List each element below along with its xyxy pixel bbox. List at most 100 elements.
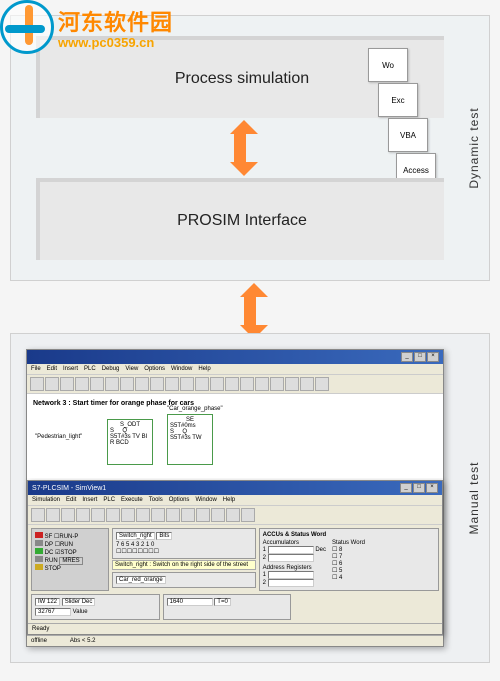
toolbar-button[interactable] — [30, 377, 44, 391]
menu-file[interactable]: File — [31, 366, 41, 372]
toolbar-button[interactable] — [195, 377, 209, 391]
menu-plc[interactable]: PLC — [84, 366, 96, 372]
tooltip: Switch_right : Switch on the right side … — [112, 560, 256, 570]
toolbar-button[interactable] — [121, 508, 135, 522]
menu-debug[interactable]: Debug — [102, 366, 120, 372]
toolbar-button[interactable] — [270, 377, 284, 391]
menu-window[interactable]: Window — [171, 366, 192, 372]
mw-value[interactable]: 1640 — [167, 598, 213, 606]
toolbar-button[interactable] — [46, 508, 60, 522]
acc2-field[interactable] — [268, 554, 314, 562]
toolbar-button[interactable] — [31, 508, 45, 522]
manual-test-section: Manual test _ □ × File Edit Insert PLC D… — [10, 333, 490, 663]
toolbar-button[interactable] — [165, 377, 179, 391]
toolbar-button[interactable] — [210, 377, 224, 391]
network-title: Network 3 : Start timer for orange phase… — [33, 400, 437, 407]
minimize-button[interactable]: _ — [401, 352, 413, 362]
toolbar-button[interactable] — [285, 377, 299, 391]
iw-value[interactable]: 32767 — [35, 608, 71, 616]
menu-help[interactable]: Help — [198, 366, 210, 372]
toolbar-button[interactable] — [61, 508, 75, 522]
switch-type[interactable]: Bits — [156, 532, 172, 540]
menu-tools[interactable]: Tools — [149, 497, 163, 503]
toolbar-button[interactable] — [255, 377, 269, 391]
iw-addr[interactable]: IW 122 — [35, 598, 60, 606]
toolbar-button[interactable] — [211, 508, 225, 522]
switch-name[interactable]: Switch_right — [116, 532, 155, 540]
menu-view[interactable]: View — [125, 366, 138, 372]
led-dp — [35, 540, 43, 546]
acc1-field[interactable] — [268, 546, 314, 554]
menu-plc[interactable]: PLC — [103, 497, 115, 503]
editor-canvas[interactable]: Network 3 : Start timer for orange phase… — [27, 394, 443, 478]
arrow-process-to-prosim — [230, 120, 250, 176]
mw-t[interactable]: T=0 — [214, 598, 231, 606]
process-simulation-label: Process simulation — [175, 70, 309, 87]
toolbar-button[interactable] — [150, 377, 164, 391]
word-icon: Wo — [368, 48, 408, 82]
menu-help[interactable]: Help — [223, 497, 235, 503]
led-dc — [35, 548, 43, 554]
watermark-cn-text: 河东软件园 — [58, 5, 173, 37]
toolbar-button[interactable] — [180, 377, 194, 391]
toolbar-button[interactable] — [120, 377, 134, 391]
toolbar-button[interactable] — [226, 508, 240, 522]
toolbar-button[interactable] — [151, 508, 165, 522]
toolbar-button[interactable] — [45, 377, 59, 391]
toolbar-button[interactable] — [75, 377, 89, 391]
acc-title: ACCUs & Status Word — [263, 532, 435, 538]
ar1-field[interactable] — [268, 571, 314, 579]
editor-titlebar: _ □ × — [27, 350, 443, 364]
toolbar-button[interactable] — [240, 377, 254, 391]
iw-type[interactable]: Slider Dec — [62, 598, 96, 606]
toolbar-button[interactable] — [166, 508, 180, 522]
toolbar-button[interactable] — [136, 508, 150, 522]
io-left-label: "Pedestrian_light" — [35, 434, 82, 440]
menu-edit[interactable]: Edit — [66, 497, 76, 503]
minimize-button[interactable]: _ — [400, 483, 412, 493]
menu-options[interactable]: Options — [144, 366, 165, 372]
menu-window[interactable]: Window — [195, 497, 216, 503]
toolbar-button[interactable] — [300, 377, 314, 391]
vba-icon: VBA — [388, 118, 428, 152]
toolbar-button[interactable] — [76, 508, 90, 522]
toolbar-button[interactable] — [225, 377, 239, 391]
prosim-interface-box: PROSIM Interface — [36, 178, 444, 260]
plcsim-titlebar: S7-PLCSIM - SimView1 _ □ × — [28, 481, 442, 495]
mres-button[interactable]: MRES — [59, 557, 82, 565]
menu-simulation[interactable]: Simulation — [32, 497, 60, 503]
plcsim-title: S7-PLCSIM - SimView1 — [32, 485, 106, 492]
plcsim-window: S7-PLCSIM - SimView1 _ □ × Simulation Ed… — [27, 480, 443, 635]
toolbar-button[interactable] — [241, 508, 255, 522]
cpu-panel: SF ☐RUN-P DP ☐RUN DC ☑STOP RUN MRES STOP — [31, 528, 109, 591]
close-button[interactable]: × — [427, 352, 439, 362]
maximize-button[interactable]: □ — [414, 352, 426, 362]
toolbar-button[interactable] — [90, 377, 104, 391]
var-name[interactable]: Car_red_orange — [116, 576, 166, 584]
toolbar-button[interactable] — [91, 508, 105, 522]
menu-insert[interactable]: Insert — [63, 366, 78, 372]
toolbar-button[interactable] — [60, 377, 74, 391]
ladder-block-left[interactable]: S_ODT S Q S5T#3s TV BI R BCD — [107, 419, 153, 465]
ar2-field[interactable] — [268, 579, 314, 587]
toolbar-button[interactable] — [181, 508, 195, 522]
menu-execute[interactable]: Execute — [121, 497, 143, 503]
toolbar-button[interactable] — [135, 377, 149, 391]
editor-statusbar: offline Abs < 5.2 — [27, 635, 443, 646]
close-button[interactable]: × — [426, 483, 438, 493]
toolbar-button[interactable] — [315, 377, 329, 391]
ladder-block-right[interactable]: SE S5T#0ms S Q S5T#3s TW — [167, 414, 213, 465]
watermark-url: www.pc0359.cn — [58, 35, 173, 50]
menu-edit[interactable]: Edit — [47, 366, 57, 372]
menu-insert[interactable]: Insert — [82, 497, 97, 503]
menu-options[interactable]: Options — [169, 497, 190, 503]
led-stop — [35, 564, 43, 570]
toolbar-button[interactable] — [196, 508, 210, 522]
mw-panel: 1640 T=0 — [163, 594, 292, 620]
toolbar-button[interactable] — [106, 508, 120, 522]
maximize-button[interactable]: □ — [413, 483, 425, 493]
accu-status-panel: ACCUs & Status Word Accumulators 1 Dec 2… — [259, 528, 439, 591]
status-ready: Ready — [32, 626, 49, 632]
editor-window: _ □ × File Edit Insert PLC Debug View Op… — [26, 349, 444, 647]
toolbar-button[interactable] — [105, 377, 119, 391]
